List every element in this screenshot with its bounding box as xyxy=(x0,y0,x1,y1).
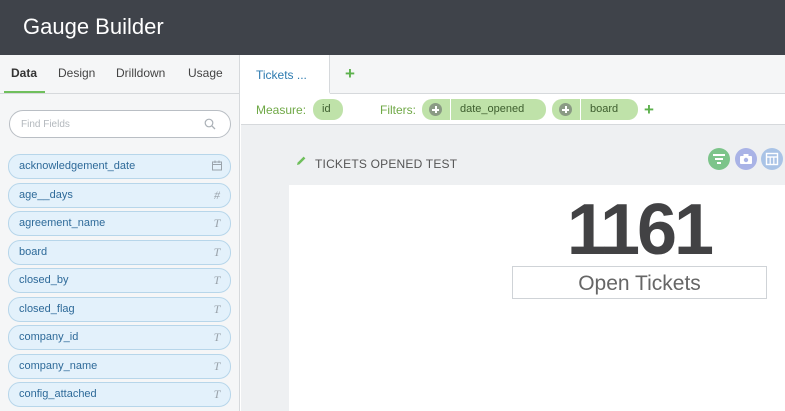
workspace: Tickets ... + Measure: id Filters: date_… xyxy=(241,55,785,411)
add-filter-button[interactable]: + xyxy=(644,100,654,120)
add-circle-icon[interactable] xyxy=(559,103,572,116)
text-icon: T xyxy=(213,216,221,230)
add-circle-icon[interactable] xyxy=(429,103,442,116)
filter-name: board xyxy=(590,103,619,115)
measure-filter-bar: Measure: id Filters: date_opened board + xyxy=(241,94,785,125)
tab-usage[interactable]: Usage xyxy=(188,66,223,80)
search-icon[interactable] xyxy=(204,118,216,130)
table-icon xyxy=(765,152,779,166)
tab-data[interactable]: Data xyxy=(11,66,37,80)
field-search xyxy=(9,110,231,138)
field-company-id[interactable]: company_id T xyxy=(8,325,231,350)
workspace-tabbar: Tickets ... + xyxy=(241,55,785,94)
tab-tickets[interactable]: Tickets ... xyxy=(241,55,330,94)
sidebar: Data Design Drilldown Usage acknowledgem… xyxy=(0,55,240,411)
field-name: acknowledgement_date xyxy=(19,160,136,172)
field-name: board xyxy=(19,245,48,258)
field-board[interactable]: board T xyxy=(8,239,231,265)
field-name: company_id xyxy=(19,331,79,343)
field-name: closed_flag xyxy=(19,302,75,315)
field-age-days[interactable]: age__days # xyxy=(8,182,231,208)
tab-design[interactable]: Design xyxy=(58,66,95,80)
field-company-name[interactable]: company_name T xyxy=(8,353,231,379)
tab-label: Tickets ... xyxy=(256,68,307,82)
pill-divider xyxy=(450,99,451,120)
pencil-icon[interactable] xyxy=(295,155,307,167)
field-config-attached[interactable]: config_attached T xyxy=(8,382,231,407)
filter-name: date_opened xyxy=(460,103,525,115)
camera-icon xyxy=(740,154,752,164)
text-icon: T xyxy=(213,330,221,344)
text-icon: T xyxy=(213,358,221,373)
table-view-button[interactable] xyxy=(761,148,783,170)
measure-pill[interactable]: id xyxy=(313,99,343,120)
measure-label: Measure: xyxy=(256,103,307,117)
text-icon: T xyxy=(213,301,221,316)
gauge-value: 1161 xyxy=(566,190,714,270)
text-icon: T xyxy=(213,387,221,401)
field-closed-by[interactable]: closed_by T xyxy=(8,268,231,293)
snapshot-button[interactable] xyxy=(735,148,757,170)
filters-label: Filters: xyxy=(380,103,416,117)
search-input[interactable] xyxy=(21,117,201,132)
filter-pill-date-opened[interactable]: date_opened xyxy=(422,99,546,120)
text-icon: T xyxy=(213,273,221,287)
visualization-title[interactable]: TICKETS OPENED TEST xyxy=(315,157,457,171)
text-icon: T xyxy=(213,244,221,259)
gauge-label: Open Tickets xyxy=(578,272,701,295)
filter-icon xyxy=(713,154,725,164)
field-closed-flag[interactable]: closed_flag T xyxy=(8,296,231,322)
active-tab-indicator xyxy=(4,91,45,93)
filter-pill-board[interactable]: board xyxy=(552,99,638,120)
field-name: agreement_name xyxy=(19,217,106,229)
field-agreement-name[interactable]: agreement_name T xyxy=(8,211,231,236)
measure-value: id xyxy=(322,103,331,115)
field-name: closed_by xyxy=(19,274,69,286)
calendar-icon xyxy=(212,160,222,171)
field-name: age__days xyxy=(19,188,73,201)
pill-divider xyxy=(580,99,581,120)
field-list: acknowledgement_date age__days # agreeme… xyxy=(8,154,232,411)
add-tab-button[interactable]: + xyxy=(345,64,355,84)
sidebar-tabs: Data Design Drilldown Usage xyxy=(0,55,240,94)
app-title: Gauge Builder xyxy=(23,14,164,39)
app-titlebar: Gauge Builder xyxy=(0,0,785,55)
field-name: company_name xyxy=(19,359,98,372)
gauge-label-box[interactable]: Open Tickets xyxy=(512,266,767,299)
filter-action-button[interactable] xyxy=(708,148,730,170)
field-name: config_attached xyxy=(19,388,97,400)
visualization-canvas: 1161 Open Tickets xyxy=(289,185,785,411)
tab-drilldown[interactable]: Drilldown xyxy=(116,66,165,80)
number-icon: # xyxy=(214,187,220,202)
field-acknowledgement-date[interactable]: acknowledgement_date xyxy=(8,154,231,179)
